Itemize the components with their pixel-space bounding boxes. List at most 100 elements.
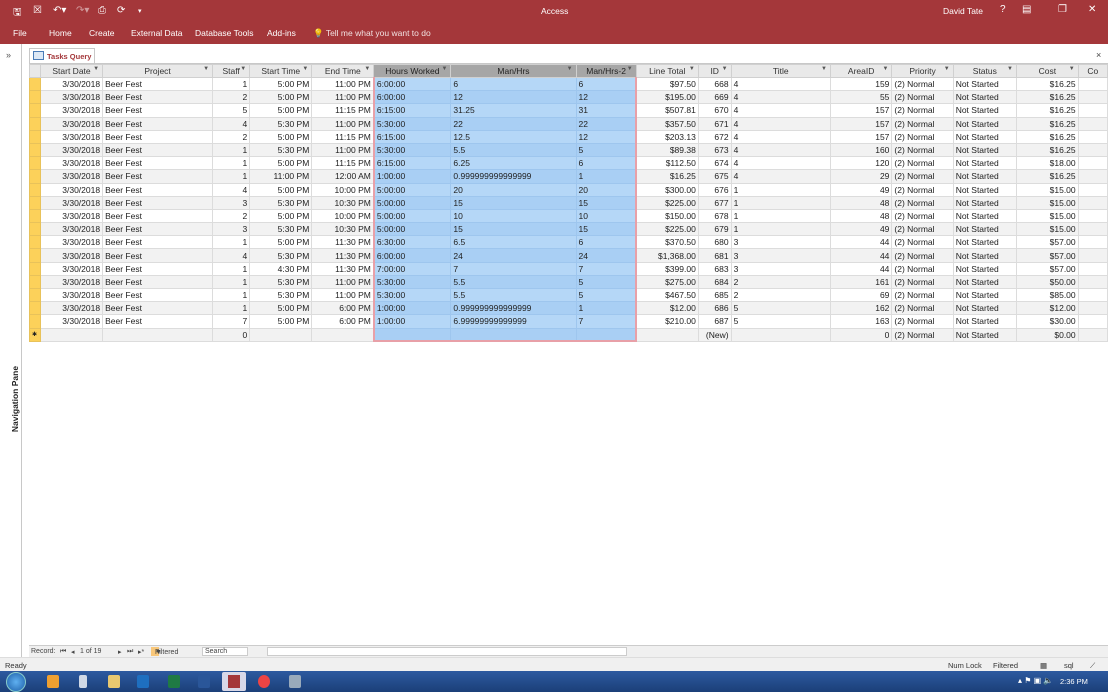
cell-id[interactable]: 675 [697,169,732,184]
cell-status[interactable]: Not Started [952,195,1018,210]
cell-cost[interactable]: $16.25 [1016,142,1079,158]
cell-staff[interactable]: 4 [212,116,251,131]
cell-co[interactable] [1077,327,1108,342]
cell-man-hrs-2[interactable]: 1 [575,301,638,316]
cell-priority[interactable]: (2) Normal [891,287,954,303]
table-row[interactable]: 3/30/2018 Beer Fest 1 5:30 PM 11:00 PM 5:30:0… [29,287,1108,303]
table-row[interactable]: 3/30/2018 Beer Fest 1 5:00 PM 11:00 PM 6:00:0… [29,76,1108,92]
cell-start-time[interactable]: 4:30 PM [249,261,313,276]
cell-man-hrs-2[interactable]: 7 [575,314,638,329]
cell-areaid[interactable]: 161 [829,274,893,290]
media-player-icon[interactable] [47,675,59,688]
cell-hours-worked[interactable] [372,327,452,343]
cell-man-hrs-2[interactable]: 22 [575,116,638,131]
cell-co[interactable] [1077,235,1108,250]
cell-man-hrs-2[interactable]: 1 [575,169,638,184]
cell-start-date[interactable] [39,327,104,342]
cell-staff[interactable]: 3 [212,195,251,210]
cell-cost[interactable]: $16.25 [1016,76,1079,92]
cell-areaid[interactable]: 160 [829,142,893,158]
cell-project[interactable]: Beer Fest [102,169,214,184]
cell-end-time[interactable]: 11:30 PM [311,235,375,250]
cell-start-date[interactable]: 3/30/2018 [39,156,104,171]
row-selector[interactable] [29,156,41,171]
cell-areaid[interactable]: 162 [829,301,893,316]
cell-end-time[interactable]: 11:15 PM [311,103,375,118]
cell-staff[interactable]: 1 [212,76,251,92]
cell-line-total[interactable]: $112.50 [635,156,699,171]
row-selector[interactable] [29,287,41,303]
help-button[interactable]: ? [1000,4,1006,15]
cell-areaid[interactable]: 157 [829,103,893,118]
cell-man-hrs[interactable]: 5.5 [450,274,577,290]
cell-title[interactable]: 1 [730,222,831,237]
cell-co[interactable] [1077,208,1108,224]
cell-status[interactable]: Not Started [952,208,1018,224]
column-header-id[interactable]: ID ▼ [697,64,732,78]
cell-title[interactable]: 4 [730,169,831,184]
cell-cost[interactable]: $16.25 [1016,129,1079,144]
cell-co[interactable] [1077,182,1108,197]
expand-nav-icon[interactable]: » [6,50,11,60]
tab-external-data[interactable]: External Data [131,28,183,38]
cell-man-hrs[interactable]: 0.999999999999999 [450,169,577,184]
cell-project[interactable]: Beer Fest [102,116,214,131]
cell-hours-worked[interactable]: 5:00:00 [372,182,452,197]
cell-co[interactable] [1077,116,1108,131]
cell-areaid[interactable]: 49 [829,222,893,237]
cell-man-hrs-2[interactable]: 7 [575,261,638,276]
cell-project[interactable]: Beer Fest [102,222,214,237]
tab-create[interactable]: Create [89,28,115,38]
cell-project[interactable]: Beer Fest [102,156,214,171]
close-document-icon[interactable]: × [1096,50,1101,60]
cell-priority[interactable]: (2) Normal [891,90,954,105]
select-all[interactable] [29,64,41,78]
cell-hours-worked[interactable]: 5:00:00 [372,208,452,224]
cell-project[interactable]: Beer Fest [102,274,214,290]
cell-end-time[interactable]: 6:00 PM [311,301,375,316]
cell-end-time[interactable]: 6:00 PM [311,314,375,329]
column-header-areaid[interactable]: AreaID ▼ [829,64,893,78]
cell-co[interactable] [1077,301,1108,316]
cell-project[interactable]: Beer Fest [102,208,214,224]
cell-hours-worked[interactable]: 5:30:00 [372,142,452,158]
cell-project[interactable]: Beer Fest [102,235,214,250]
cell-man-hrs-2[interactable]: 5 [575,287,638,303]
access-icon[interactable] [222,672,246,691]
cell-staff[interactable]: 5 [212,103,251,118]
cell-priority[interactable]: (2) Normal [891,248,954,263]
cell-project[interactable]: Beer Fest [102,301,214,316]
cell-areaid[interactable]: 157 [829,129,893,144]
cell-status[interactable]: Not Started [952,182,1018,197]
cell-start-time[interactable]: 5:00 PM [249,301,313,316]
cell-start-date[interactable]: 3/30/2018 [39,274,104,290]
cell-areaid[interactable]: 44 [829,248,893,263]
cell-man-hrs[interactable]: 5.5 [450,287,577,303]
row-selector[interactable] [29,103,41,118]
cell-line-total[interactable]: $12.00 [635,301,699,316]
cell-priority[interactable]: (2) Normal [891,235,954,250]
cell-cost[interactable]: $85.00 [1016,287,1079,303]
cell-start-date[interactable]: 3/30/2018 [39,103,104,118]
current-record-field[interactable]: 1 of 19 [80,648,101,655]
cell-title[interactable]: 4 [730,129,831,144]
cell-start-time[interactable]: 5:30 PM [249,116,313,131]
cell-co[interactable] [1077,169,1108,184]
search-input[interactable]: Search [202,647,248,656]
cell-man-hrs[interactable]: 6.25 [450,156,577,171]
cell-areaid[interactable]: 49 [829,182,893,197]
cell-status[interactable]: Not Started [952,116,1018,131]
row-selector[interactable] [29,261,41,276]
cell-title[interactable]: 4 [730,76,831,92]
cell-hours-worked[interactable]: 6:00:00 [372,248,452,263]
start-button[interactable] [6,672,26,692]
cell-line-total[interactable]: $89.38 [635,142,699,158]
sync-icon[interactable]: ⟳ [117,5,125,16]
cell-start-time[interactable]: 11:00 PM [249,169,313,184]
row-selector[interactable] [29,90,41,105]
cell-man-hrs[interactable]: 6.5 [450,235,577,250]
cell-man-hrs-2[interactable]: 6 [575,235,638,250]
cell-hours-worked[interactable]: 6:15:00 [372,103,452,118]
cell-status[interactable]: Not Started [952,156,1018,171]
cell-cost[interactable]: $15.00 [1016,195,1079,210]
